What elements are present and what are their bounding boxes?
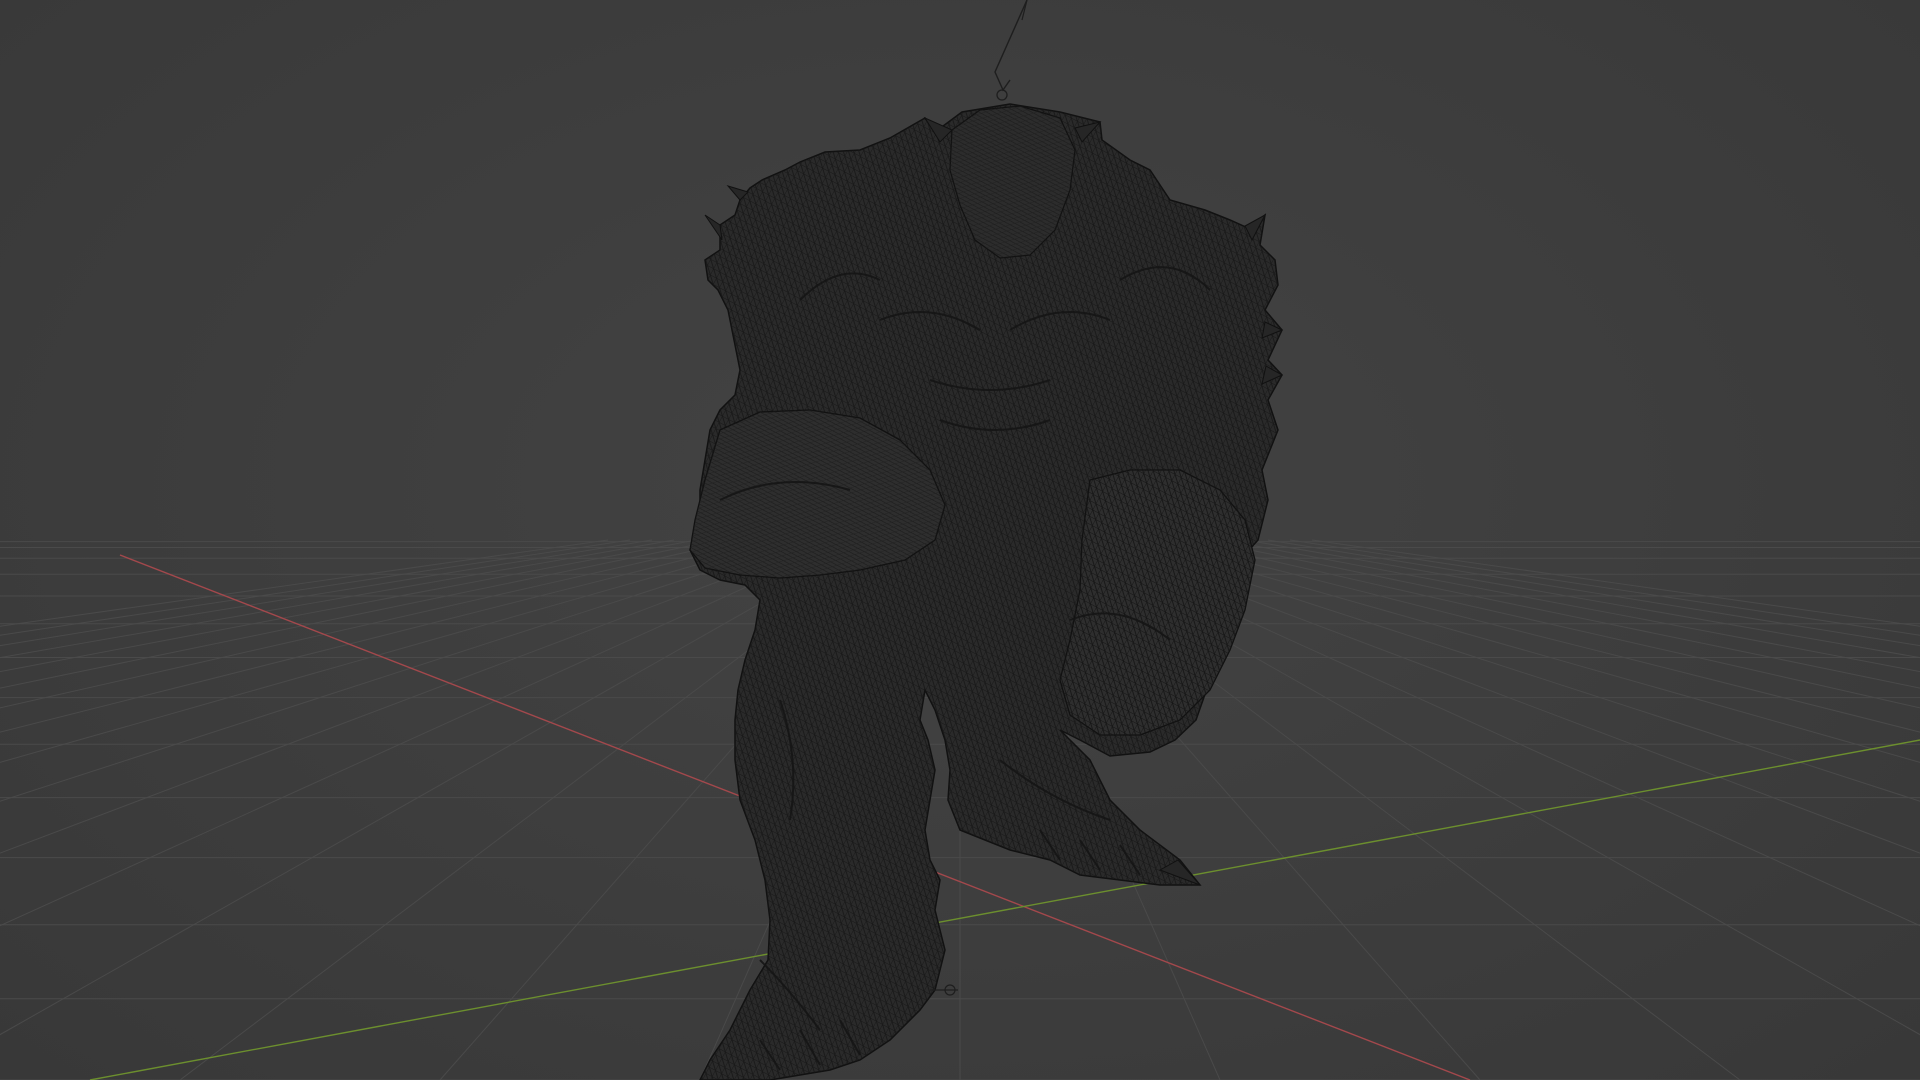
wireframe-creature-mesh[interactable]: [689, 103, 1284, 1080]
viewport-scene[interactable]: [0, 0, 1920, 1080]
3d-viewport[interactable]: [0, 0, 1920, 1080]
light-gizmo-icon[interactable]: [994, 0, 1028, 101]
